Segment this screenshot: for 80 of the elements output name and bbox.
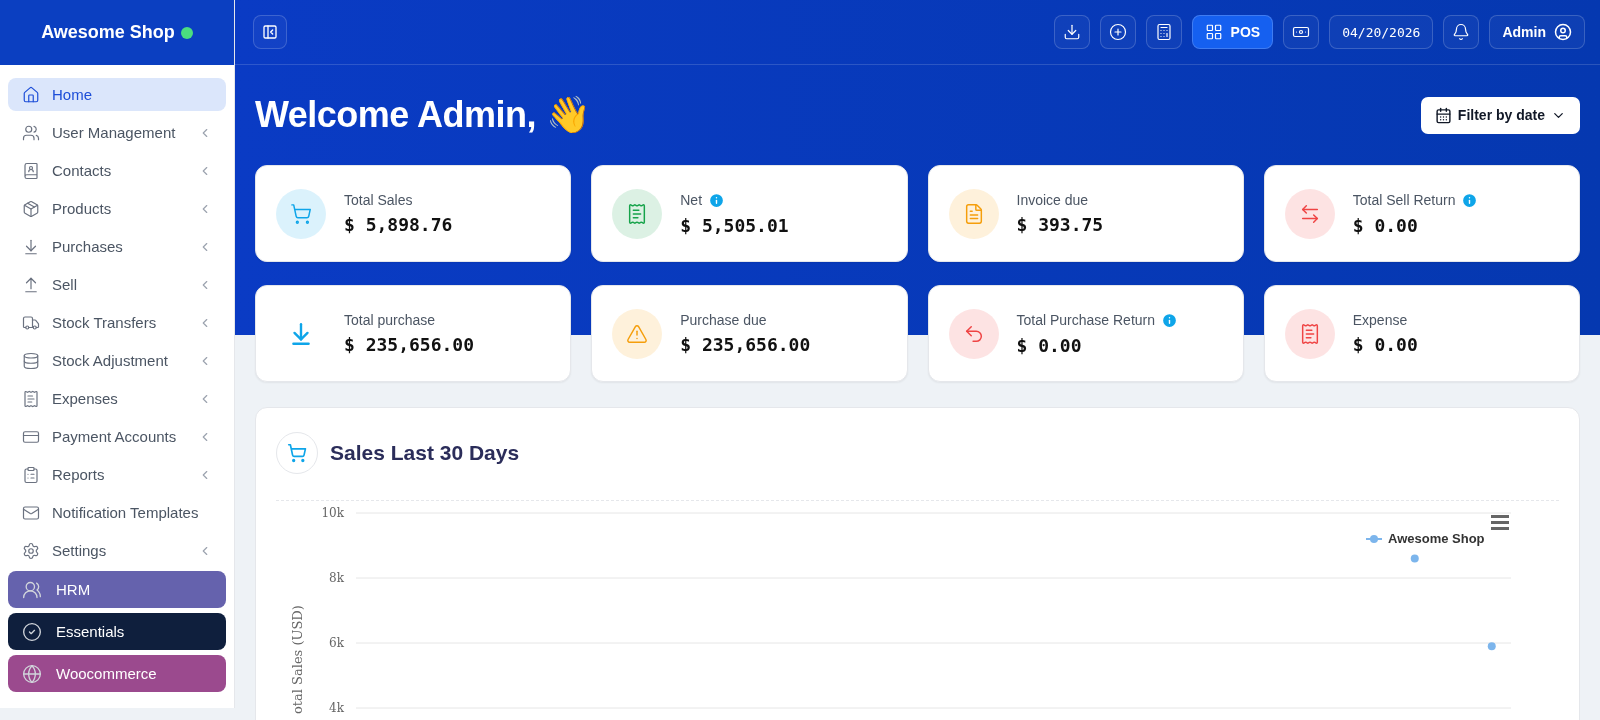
info-icon[interactable]	[708, 191, 726, 209]
receipt-icon	[22, 389, 40, 408]
sidebar-item[interactable]: User Management	[8, 116, 226, 149]
axis-tick-label: 4k	[329, 701, 344, 715]
download-icon	[1062, 23, 1081, 41]
info-icon[interactable]	[1461, 191, 1479, 209]
brand-name: Awesome Shop	[41, 22, 175, 43]
people-icon	[22, 579, 42, 600]
user-menu-button[interactable]: Admin	[1489, 15, 1585, 49]
sidebar-item[interactable]: Sell	[8, 268, 226, 301]
sidebar-item[interactable]: Settings	[8, 534, 226, 567]
axis-tick-label: 6k	[329, 636, 344, 650]
calculator-icon	[1154, 23, 1173, 41]
stat-label: Total Sales	[344, 192, 413, 208]
download-icon	[22, 237, 40, 256]
sidebar-item[interactable]: Home	[8, 78, 226, 111]
home-icon	[22, 85, 40, 104]
sidebar-item[interactable]: Expenses	[8, 382, 226, 415]
sidebar-toggle-button[interactable]	[253, 15, 287, 49]
stat-label: Purchase due	[680, 312, 767, 328]
sidebar-item[interactable]: Stock Transfers	[8, 306, 226, 339]
mail-icon	[22, 503, 40, 522]
sidebar-item[interactable]: Contacts	[8, 154, 226, 187]
stat-label: Invoice due	[1016, 192, 1089, 208]
stat-value: $ 393.75	[1016, 214, 1104, 235]
filter-button[interactable]: Filter by date	[1420, 96, 1580, 134]
box-icon	[22, 199, 40, 218]
stat-label: Expense	[1352, 312, 1408, 328]
panel-icon	[262, 24, 278, 40]
sidebar-item[interactable]: Payment Accounts	[8, 420, 226, 453]
sidebar-item[interactable]: Notification Templates	[8, 496, 226, 529]
sidebar-item[interactable]: Products	[8, 192, 226, 225]
stat-value: $ 0.00	[1016, 334, 1083, 356]
cart-icon	[287, 443, 307, 463]
stat-value: $ 235,656.00	[680, 334, 811, 355]
info-icon[interactable]	[1161, 311, 1179, 329]
axis-title: otal Sales (USD)	[290, 605, 305, 714]
toolbar-button[interactable]	[1443, 15, 1480, 49]
grid-icon	[1204, 23, 1223, 41]
module-item[interactable]: Essentials	[8, 613, 226, 650]
stat-value: $ 0.00	[1352, 214, 1419, 236]
stat-label: Total purchase	[344, 312, 436, 328]
sidebar-item[interactable]: Purchases	[8, 230, 226, 263]
stat-value: $ 5,505.01	[680, 214, 789, 236]
legend-marker	[1365, 535, 1383, 543]
stat-label: Total Sell Return	[1352, 192, 1456, 208]
calendar-icon	[1434, 106, 1452, 124]
stat-label: Total Purchase Return	[1016, 312, 1156, 328]
stat-value: $ 0.00	[1352, 334, 1418, 355]
date-display[interactable]: 04/20/2026	[1329, 15, 1434, 49]
check-circle-icon	[22, 621, 42, 642]
users-icon	[22, 123, 40, 142]
upload-icon	[22, 275, 40, 294]
module-item[interactable]: Woocommerce	[8, 655, 226, 692]
toolbar-button[interactable]	[1053, 15, 1090, 49]
stat-label: Net	[680, 192, 703, 208]
legend-label: Awesome Shop	[1388, 531, 1485, 546]
module-item[interactable]: HRM	[8, 571, 226, 608]
sidebar-item[interactable]: Stock Adjustment	[8, 344, 226, 377]
pos-button[interactable]: POS	[1191, 15, 1274, 49]
stat-value: $ 235,656.00	[344, 334, 475, 355]
truck-icon	[22, 313, 40, 332]
user-circle-icon	[1554, 23, 1572, 41]
welcome-heading: Welcome Admin, 👋	[255, 94, 591, 136]
toolbar-button[interactable]	[1145, 15, 1182, 49]
globe-icon	[22, 663, 42, 684]
contacts-icon	[22, 161, 40, 180]
settings-icon	[22, 541, 40, 560]
clipboard-icon	[22, 465, 40, 484]
toolbar-button[interactable]	[1099, 15, 1136, 49]
sidebar-item[interactable]: Reports	[8, 458, 226, 491]
menu-icon[interactable]	[1491, 515, 1509, 530]
bell-icon	[1452, 23, 1471, 41]
axis-tick-label: 8k	[329, 571, 344, 585]
toolbar-button[interactable]	[1283, 15, 1320, 49]
stat-value: $ 5,898.76	[344, 214, 453, 235]
panel-title: Sales Last 30 Days	[330, 441, 520, 465]
database-icon	[22, 351, 40, 370]
plus-circle-icon	[1108, 23, 1127, 41]
axis-tick-label: 10k	[321, 506, 344, 520]
